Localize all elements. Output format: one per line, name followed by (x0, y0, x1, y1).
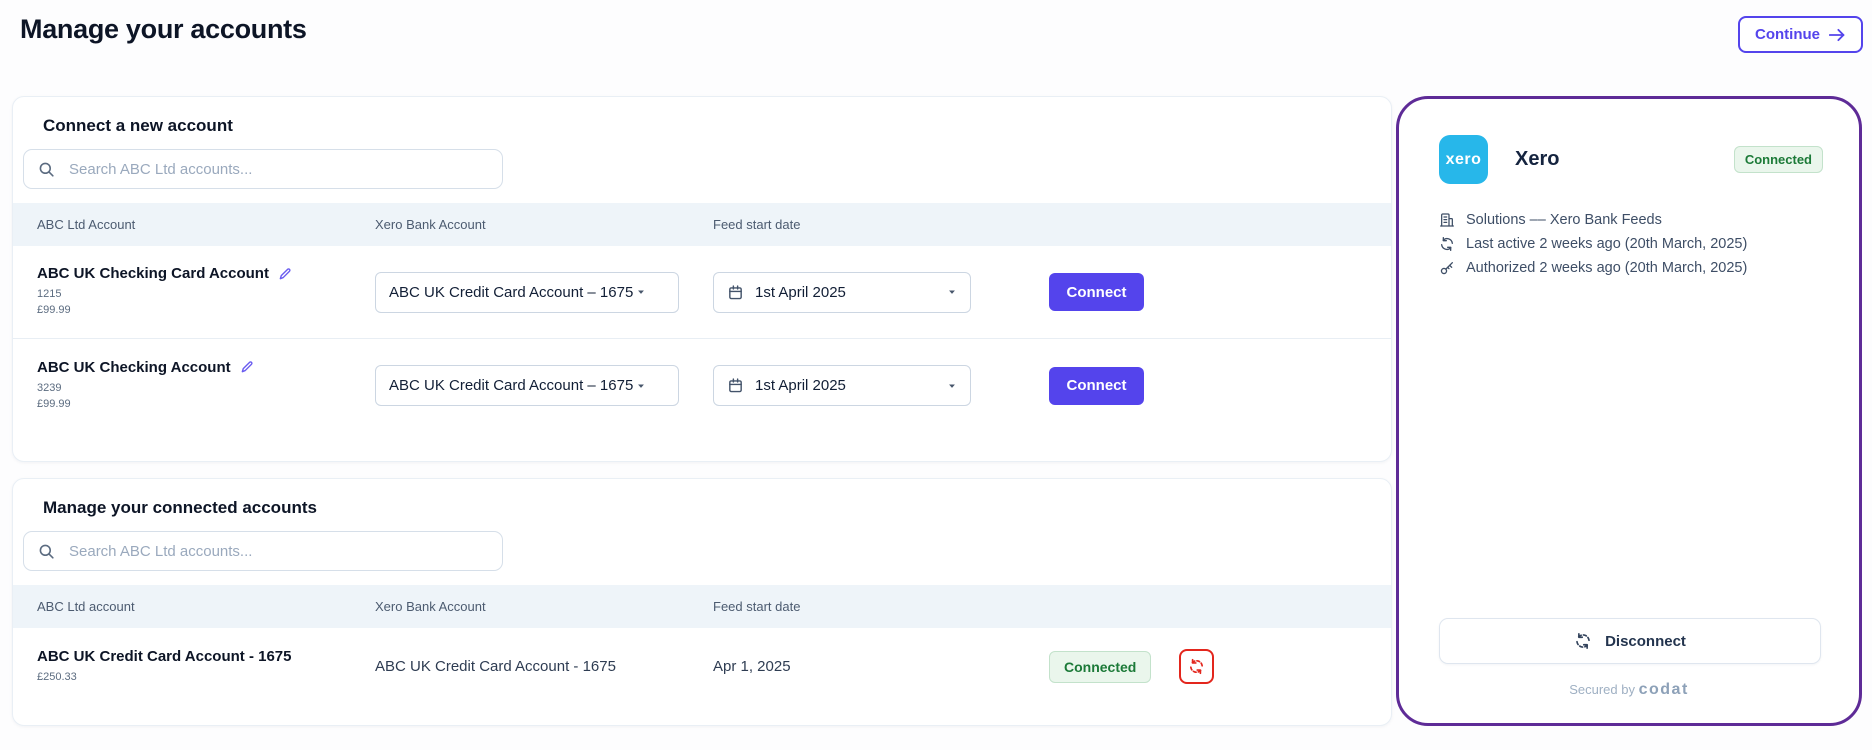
integration-header: xero Xero Connected (1399, 99, 1859, 184)
connected-table-header: ABC Ltd account Xero Bank Account Feed s… (13, 585, 1391, 628)
xero-account-select-value: ABC UK Credit Card Account – 1675 (389, 377, 633, 394)
broken-refresh-icon (1188, 658, 1205, 675)
connect-new-account-card: Connect a new account ABC Ltd Account Xe… (12, 96, 1392, 462)
feed-start-date-value: 1st April 2025 (755, 377, 846, 394)
column-header-xero-account: Xero Bank Account (351, 585, 689, 628)
secured-by: Secured by codat (1399, 681, 1859, 699)
xero-account-select-value: ABC UK Credit Card Account – 1675 (389, 284, 633, 301)
table-row: ABC UK Credit Card Account - 1675 £250.3… (13, 628, 1391, 705)
chevron-down-icon (636, 287, 646, 297)
feed-start-cell: 1st April 2025 (689, 272, 1025, 313)
account-name: ABC UK Credit Card Account - 1675 (37, 648, 292, 665)
status-badge: Connected (1049, 651, 1151, 683)
action-cell: Connect (1025, 273, 1391, 311)
edit-pencil-icon[interactable] (240, 360, 254, 374)
feed-start-cell: 1st April 2025 (689, 365, 1025, 406)
xero-account-cell: ABC UK Credit Card Account – 1675 (351, 272, 689, 313)
connected-accounts-table: ABC Ltd account Xero Bank Account Feed s… (13, 585, 1391, 705)
chevron-down-icon (636, 381, 646, 391)
column-header-abc-account: ABC Ltd account (13, 585, 351, 628)
integration-details: Solutions –– Xero Bank Feeds Last active… (1439, 212, 1823, 276)
detail-authorized: Authorized 2 weeks ago (20th March, 2025… (1439, 260, 1823, 276)
account-number: 1215 (37, 287, 327, 303)
xero-logo: xero (1439, 135, 1488, 184)
column-header-abc-account: ABC Ltd Account (13, 203, 351, 246)
feed-start-date-value: 1st April 2025 (755, 284, 846, 301)
integration-status-badge: Connected (1734, 146, 1823, 173)
feed-start-date-picker[interactable]: 1st April 2025 (713, 365, 971, 406)
manage-search-box (23, 531, 503, 571)
codat-logo: codat (1639, 681, 1689, 698)
column-header-feed-start: Feed start date (689, 585, 1025, 628)
disconnect-button[interactable]: Disconnect (1439, 618, 1821, 664)
key-icon (1439, 260, 1455, 276)
column-header-xero-account: Xero Bank Account (351, 203, 689, 246)
connect-search-box (23, 149, 503, 189)
xero-account-cell: ABC UK Credit Card Account – 1675 (351, 365, 689, 406)
column-header-actions (1025, 211, 1391, 239)
connect-search-input[interactable] (67, 160, 489, 179)
search-icon (37, 160, 56, 179)
detail-last-active-text: Last active 2 weeks ago (20th March, 202… (1466, 236, 1747, 252)
detail-last-active: Last active 2 weeks ago (20th March, 202… (1439, 236, 1823, 252)
account-number: 3239 (37, 381, 327, 397)
action-cell: Connect (1025, 367, 1391, 405)
calendar-icon (727, 284, 744, 301)
connect-button[interactable]: Connect (1049, 367, 1144, 405)
manage-connected-accounts-card: Manage your connected accounts ABC Ltd a… (12, 478, 1392, 726)
manage-section-title: Manage your connected accounts (43, 498, 1391, 518)
arrow-right-icon (1829, 28, 1846, 42)
disconnect-feed-button[interactable] (1179, 649, 1214, 684)
refresh-icon (1439, 236, 1455, 252)
feed-start-cell: Apr 1, 2025 (689, 658, 1025, 675)
broken-refresh-icon (1574, 632, 1592, 650)
building-icon (1439, 212, 1455, 228)
detail-authorized-text: Authorized 2 weeks ago (20th March, 2025… (1466, 260, 1747, 276)
integration-name: Xero (1515, 148, 1559, 171)
column-header-feed-start: Feed start date (689, 203, 1025, 246)
chevron-down-icon (947, 381, 957, 391)
calendar-icon (727, 377, 744, 394)
chevron-down-icon (947, 287, 957, 297)
page-title: Manage your accounts (20, 14, 307, 45)
account-balance: £99.99 (37, 397, 327, 413)
connect-accounts-table: ABC Ltd Account Xero Bank Account Feed s… (13, 203, 1391, 432)
account-cell: ABC UK Checking Account 3239 £99.99 (13, 359, 351, 413)
account-name: ABC UK Checking Account (37, 359, 231, 376)
account-name: ABC UK Checking Card Account (37, 265, 269, 282)
feed-start-date-picker[interactable]: 1st April 2025 (713, 272, 971, 313)
xero-integration-panel: xero Xero Connected Solutions –– Xero Ba… (1396, 96, 1862, 726)
table-row: ABC UK Checking Card Account 1215 £99.99… (13, 246, 1391, 339)
column-header-actions (1025, 593, 1391, 621)
account-cell: ABC UK Credit Card Account - 1675 £250.3… (13, 648, 351, 686)
manage-search-input[interactable] (67, 542, 489, 561)
action-cell: Connected (1025, 649, 1391, 684)
continue-button[interactable]: Continue (1738, 16, 1863, 53)
account-balance: £250.33 (37, 670, 327, 686)
xero-account-cell: ABC UK Credit Card Account - 1675 (351, 658, 689, 675)
xero-account-select[interactable]: ABC UK Credit Card Account – 1675 (375, 272, 679, 313)
edit-pencil-icon[interactable] (278, 267, 292, 281)
search-icon (37, 542, 56, 561)
detail-solutions-text: Solutions –– Xero Bank Feeds (1466, 212, 1662, 228)
secured-by-label: Secured by (1569, 682, 1635, 697)
xero-account-select[interactable]: ABC UK Credit Card Account – 1675 (375, 365, 679, 406)
continue-label: Continue (1755, 26, 1820, 43)
account-balance: £99.99 (37, 303, 327, 319)
connect-button[interactable]: Connect (1049, 273, 1144, 311)
detail-solutions: Solutions –– Xero Bank Feeds (1439, 212, 1823, 228)
table-row: ABC UK Checking Account 3239 £99.99 ABC … (13, 339, 1391, 432)
connect-section-title: Connect a new account (43, 116, 1391, 136)
account-cell: ABC UK Checking Card Account 1215 £99.99 (13, 265, 351, 319)
disconnect-label: Disconnect (1605, 633, 1686, 650)
connect-table-header: ABC Ltd Account Xero Bank Account Feed s… (13, 203, 1391, 246)
